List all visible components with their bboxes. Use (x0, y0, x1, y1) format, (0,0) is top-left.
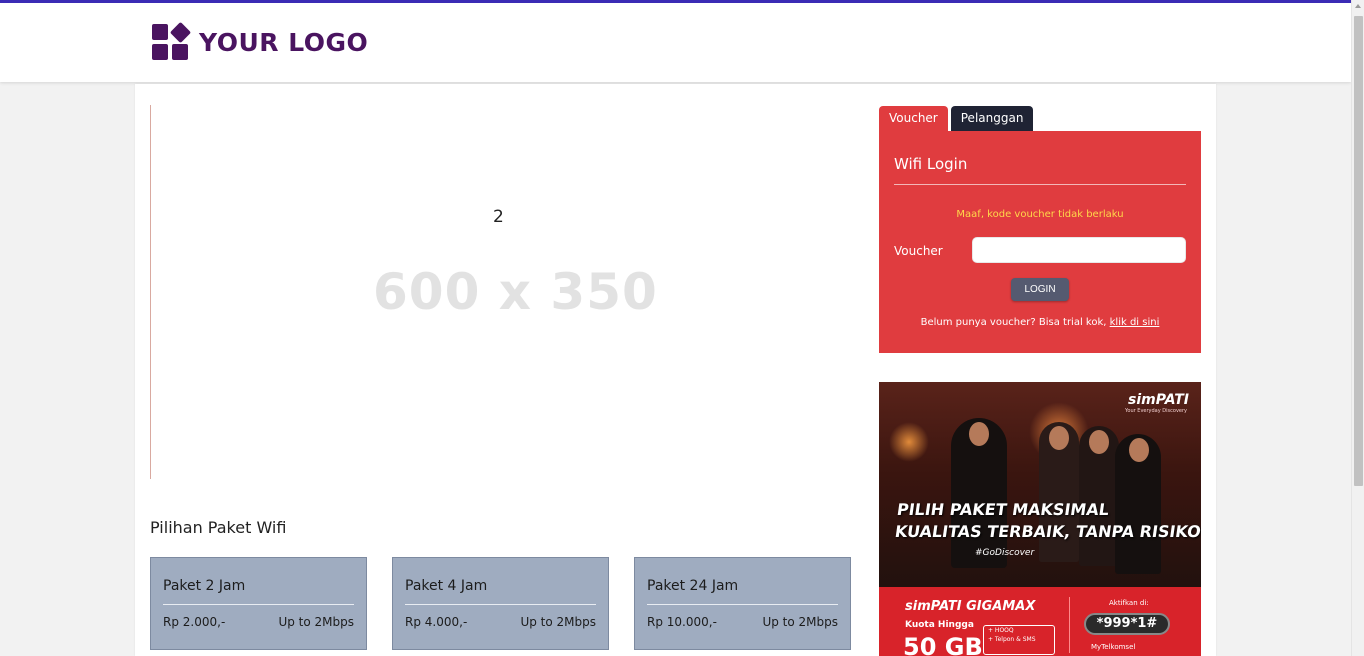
package-name: Paket 24 Jam (647, 578, 739, 594)
logo-icon (152, 21, 192, 61)
login-panel: Wifi Login Maaf, kode voucher tidak berl… (879, 131, 1201, 353)
ad-subheadline: KUALITAS TERBAIK, TANPA RISIKO (893, 522, 1201, 541)
package-divider (405, 604, 596, 605)
package-name: Paket 4 Jam (405, 578, 488, 594)
package-speed: Up to 2Mbps (762, 615, 838, 629)
package-speed: Up to 2Mbps (520, 615, 596, 629)
ad-brand-tagline: Your Everyday Discovery (1125, 408, 1187, 414)
ad-quota-value: 50 GB (903, 633, 983, 656)
package-price: Rp 4.000,- (405, 615, 468, 629)
ad-headline: PILIH PAKET MAKSIMAL (895, 500, 1111, 519)
voucher-label: Voucher (894, 244, 943, 258)
ad-app-name: MyTelkomsel (1091, 643, 1136, 651)
ad-hashtag: #GoDiscover (975, 548, 1035, 558)
logo-text: YOUR LOGO (199, 28, 369, 57)
voucher-input[interactable] (972, 237, 1186, 263)
login-divider (894, 184, 1186, 185)
ad-quota-label: Kuota Hingga (905, 620, 974, 630)
login-title: Wifi Login (894, 155, 968, 173)
ad-feature: + HOOQ (988, 627, 1014, 634)
tab-voucher[interactable]: Voucher (879, 106, 948, 131)
ad-features: + HOOQ + Telpon & SMS (983, 625, 1055, 655)
ad-banner[interactable]: simPATI Your Everyday Discovery PILIH PA… (879, 382, 1201, 656)
header-bar: YOUR LOGO (0, 0, 1351, 82)
slide-placeholder-image: 600 x 350 (373, 263, 658, 321)
scrollbar[interactable] (1351, 0, 1364, 656)
ad-brand-logo: simPATI (1128, 392, 1189, 408)
ad-ussd-code: *999*1# (1084, 613, 1170, 635)
tab-pelanggan[interactable]: Pelanggan (950, 106, 1034, 131)
package-card[interactable]: Paket 24 Jam Rp 10.000,- Up to 2Mbps (634, 557, 851, 650)
trial-link[interactable]: klik di sini (1110, 317, 1160, 328)
login-button[interactable]: LOGIN (1011, 278, 1069, 301)
ad-product: simPATI GIGAMAX (905, 599, 1036, 614)
package-speed: Up to 2Mbps (278, 615, 354, 629)
scroll-up-icon[interactable] (1355, 4, 1361, 8)
logo[interactable]: YOUR LOGO (152, 21, 369, 61)
package-name: Paket 2 Jam (163, 578, 246, 594)
slide-number: 2 (493, 207, 504, 227)
error-message: Maaf, kode voucher tidak berlaku (956, 209, 1124, 220)
package-card[interactable]: Paket 4 Jam Rp 4.000,- Up to 2Mbps (392, 557, 609, 650)
package-divider (647, 604, 838, 605)
package-price: Rp 2.000,- (163, 615, 226, 629)
ad-feature: + Telpon & SMS (988, 636, 1036, 643)
image-slider[interactable]: 2 600 x 350 (150, 105, 850, 479)
trial-note: Belum punya voucher? Bisa trial kok, kli… (879, 317, 1201, 328)
package-card[interactable]: Paket 2 Jam Rp 2.000,- Up to 2Mbps (150, 557, 367, 650)
trial-text: Belum punya voucher? Bisa trial kok, (920, 317, 1107, 328)
package-divider (163, 604, 354, 605)
ad-activate-label: Aktifkan di: (1109, 599, 1149, 607)
package-price: Rp 10.000,- (647, 615, 717, 629)
packages-title: Pilihan Paket Wifi (150, 518, 287, 537)
ad-offer-strip: simPATI GIGAMAX Kuota Hingga 50 GB + HOO… (879, 587, 1201, 656)
login-tabs: Voucher Pelanggan (879, 106, 1036, 131)
main-content: 2 600 x 350 Pilihan Paket Wifi Paket 2 J… (135, 84, 1216, 656)
scrollbar-thumb[interactable] (1354, 16, 1363, 486)
